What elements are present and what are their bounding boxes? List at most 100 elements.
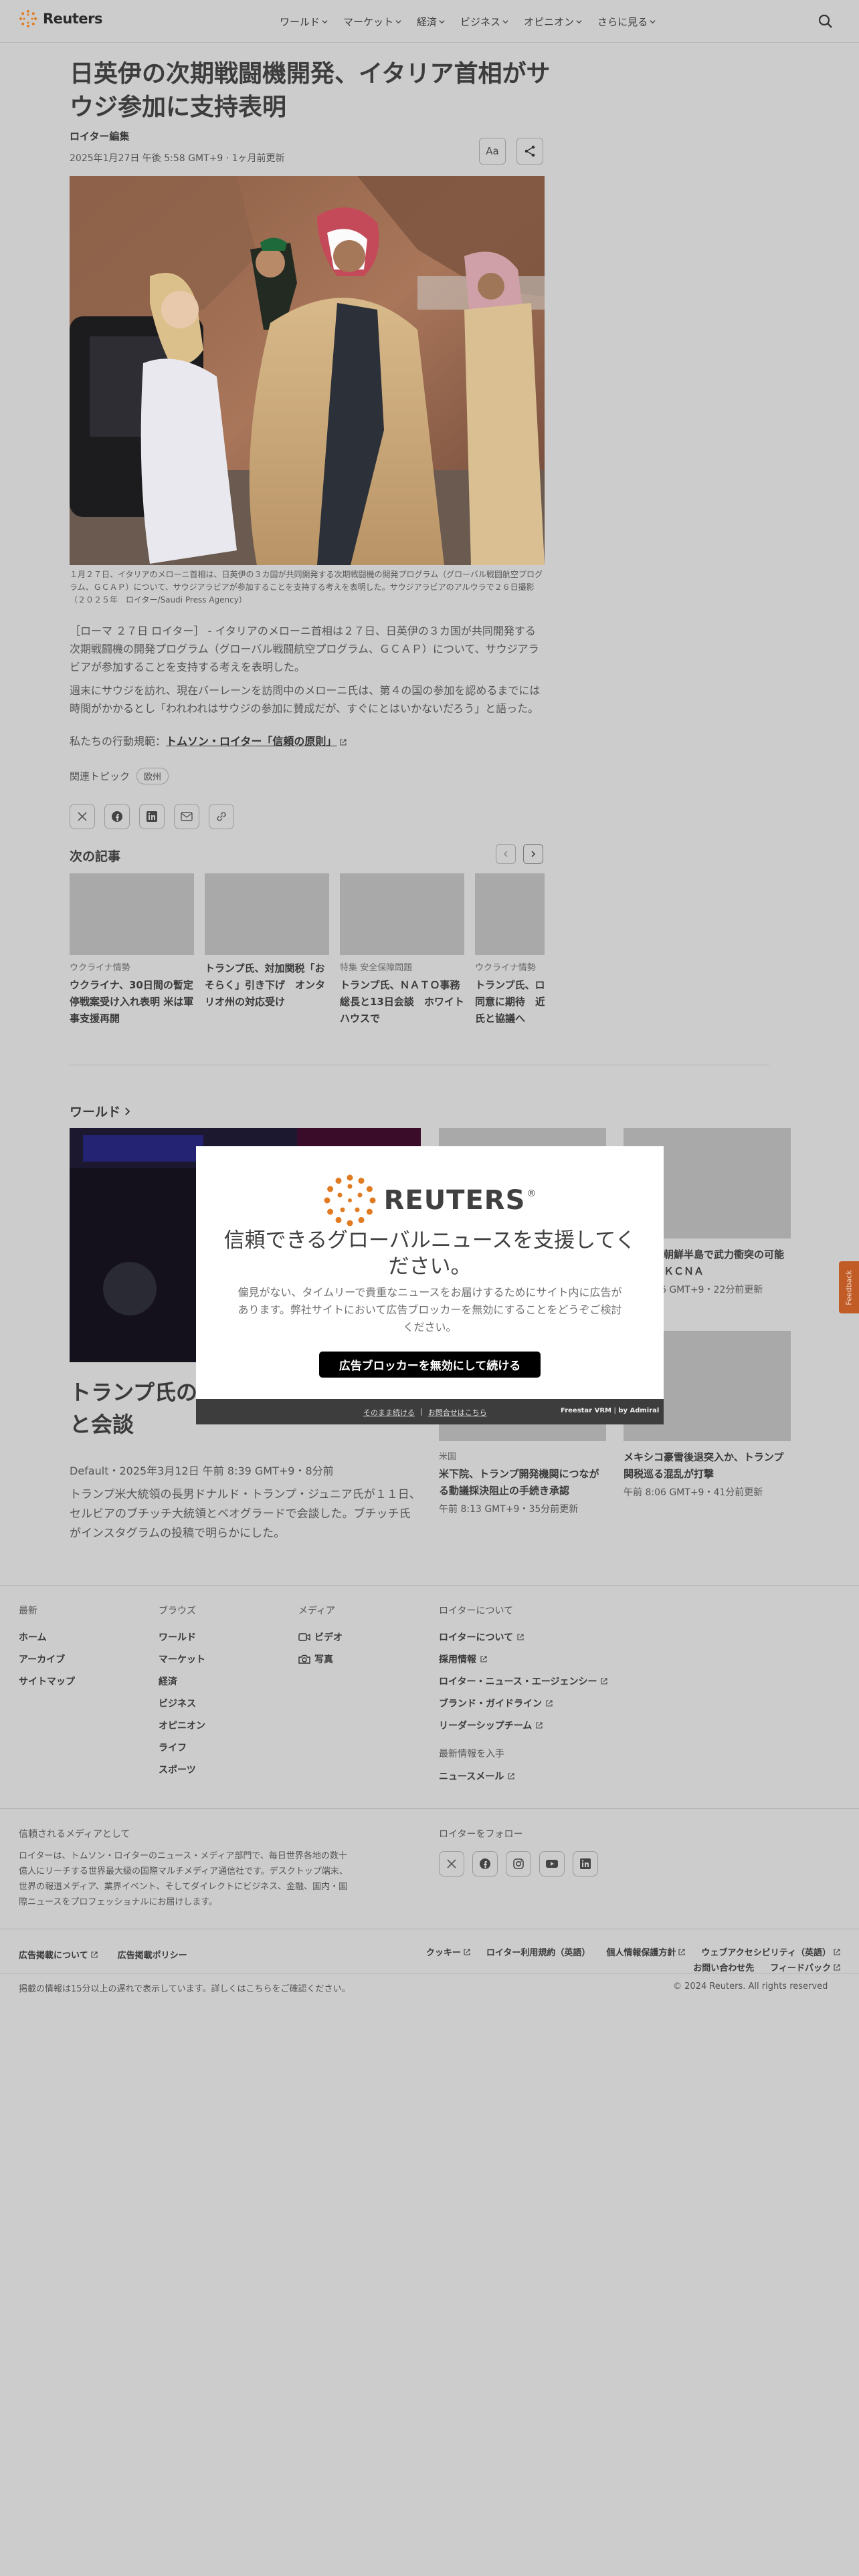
reuters-logo[interactable]: Reuters <box>19 9 103 28</box>
related-topics: 関連トピック 欧州 <box>70 768 169 784</box>
feedback-link[interactable]: フィードバック <box>770 1961 840 1973</box>
footer-link-photos[interactable]: 写真 <box>298 1652 343 1666</box>
x-icon <box>447 1859 456 1868</box>
feedback-tab[interactable]: Feedback <box>839 1261 859 1313</box>
ad-info-link[interactable]: 広告掲載について <box>19 1948 98 1961</box>
privacy-link[interactable]: 個人情報保護方針 <box>606 1945 685 1958</box>
nav-label: 経済 <box>417 16 438 28</box>
legal-links-left: 広告掲載について 広告掲載ポリシー <box>19 1948 187 1961</box>
nav-opinion[interactable]: オピニオン <box>524 15 582 29</box>
external-link-icon <box>464 1948 470 1955</box>
next-article-headline: トランプ氏、対加関税「おそらく」引き下げ オンタリオ州の対応受け <box>205 962 326 1008</box>
disable-adblock-button[interactable]: 広告ブロッカーを無効にして続ける <box>319 1352 541 1378</box>
legal-link-label: 個人情報保護方針 <box>606 1948 676 1958</box>
external-link-icon <box>340 738 347 746</box>
world-section-title[interactable]: ワールド <box>70 1102 130 1120</box>
footer-link[interactable]: ロイター・ニュース・エージェンシー <box>439 1675 608 1688</box>
world-lead-meta: Default・2025年3月12日 午前 8:39 GMT+9・8分前 <box>70 1465 334 1477</box>
footer-col-title: ロイターについて <box>439 1606 514 1616</box>
footer-col-title: 最新 <box>19 1606 37 1616</box>
next-article-card[interactable]: ウクライナ情勢 ウクライナ、30日間の暫定停戦案受け入れ表明 米は軍事支援再開 <box>70 873 194 1027</box>
x-icon <box>78 812 87 821</box>
external-link-icon <box>508 1773 514 1780</box>
footer-link[interactable]: リーダーシップチーム <box>439 1719 607 1732</box>
carousel-next-button[interactable] <box>523 844 543 864</box>
share-icon <box>524 145 535 157</box>
footer-link[interactable]: マーケット <box>159 1652 205 1666</box>
next-articles-carousel: ウクライナ情勢 ウクライナ、30日間の暫定停戦案受け入れ表明 米は軍事支援再開 … <box>70 873 545 1034</box>
world-title-label: ワールド <box>70 1105 121 1119</box>
hero-photo-image <box>70 176 545 565</box>
footer-link[interactable]: スポーツ <box>159 1763 205 1776</box>
nav-markets[interactable]: マーケット <box>343 15 401 29</box>
topic-chip[interactable]: 欧州 <box>136 768 169 784</box>
trusted-media-title: 信頼されるメディアとして <box>19 1829 130 1840</box>
share-button[interactable] <box>516 138 543 165</box>
nav-business[interactable]: ビジネス <box>460 15 508 29</box>
carousel-prev-button[interactable] <box>496 844 516 864</box>
terms-link[interactable]: ロイター利用規約（英語） <box>486 1945 590 1958</box>
ad-policy-link[interactable]: 広告掲載ポリシー <box>118 1948 187 1961</box>
main-nav: ワールド マーケット 経済 ビジネス オピニオン さらに見る <box>280 15 656 29</box>
nav-more[interactable]: さらに見る <box>597 15 656 29</box>
search-icon[interactable] <box>818 13 834 29</box>
byline[interactable]: ロイター編集 <box>70 129 129 143</box>
footer-link[interactable]: ビジネス <box>159 1697 205 1710</box>
principles-link[interactable]: トムソン・ロイター「信頼の原則」 <box>166 735 337 748</box>
share-facebook-button[interactable] <box>104 804 130 829</box>
share-x-button[interactable] <box>70 804 95 829</box>
nav-economy[interactable]: 経済 <box>417 15 445 29</box>
newsletter-link[interactable]: ニュースメール <box>439 1769 514 1783</box>
follow-title: ロイターをフォロー <box>439 1829 523 1840</box>
trusted-media-body: ロイターは、トムソン・ロイターのニュース・メディア部門で、毎日世界各地の数十億人… <box>19 1851 348 1907</box>
site-header: Reuters ワールド マーケット 経済 ビジネス オピニオン さらに見る <box>0 0 859 43</box>
font-size-button[interactable]: Aa <box>479 138 506 165</box>
registered-mark-icon: ® <box>527 1188 537 1199</box>
reuters-logo-icon <box>324 1174 376 1226</box>
next-article-card[interactable]: 特集 安全保障問題 トランプ氏、ＮＡＴＯ事務総長と13日会談 ホワイトハウスで <box>340 873 464 1027</box>
footer-link[interactable]: ロイターについて <box>439 1630 607 1644</box>
chevron-down-icon <box>576 20 582 24</box>
share-email-button[interactable] <box>174 804 199 829</box>
next-article-card[interactable]: ウクライナ情勢 トランプ氏、ロシアの停戦同意に期待 近くプーチン氏と協議へ <box>475 873 545 1027</box>
follow-x-button[interactable] <box>439 1851 464 1876</box>
footer-link[interactable]: ブランド・ガイドライン <box>439 1697 607 1710</box>
cookie-link[interactable]: クッキー <box>426 1945 470 1958</box>
delay-notice: 掲載の情報は15分以上の遅れで表示しています。詳しくはこちらをご確認ください。 <box>19 1984 351 1994</box>
contact-link[interactable]: お問い合わせ先 <box>693 1961 754 1973</box>
nav-label: マーケット <box>343 16 394 28</box>
next-article-kicker: ウクライナ情勢 <box>475 963 536 973</box>
external-link-icon <box>834 1963 840 1971</box>
footer-link[interactable]: ワールド <box>159 1630 205 1644</box>
footer-link[interactable]: アーカイブ <box>19 1652 75 1666</box>
follow-facebook-button[interactable] <box>472 1851 498 1876</box>
footer-link[interactable]: ホーム <box>19 1630 75 1644</box>
footer-link[interactable]: 経済 <box>159 1675 205 1688</box>
world-side-headline: メキシコ豪雪後退突入か、トランプ関税巡る混乱が打撃 <box>624 1451 784 1480</box>
continue-link[interactable]: そのまま続ける <box>363 1407 415 1418</box>
follow-youtube-button[interactable] <box>539 1851 565 1876</box>
copy-link-button[interactable] <box>209 804 234 829</box>
external-link-icon <box>601 1678 608 1685</box>
share-linkedin-button[interactable] <box>139 804 165 829</box>
footer-link[interactable]: オピニオン <box>159 1719 205 1732</box>
footer-link[interactable]: 採用情報 <box>439 1652 607 1666</box>
contact-link[interactable]: お問合せはこちら <box>428 1407 487 1418</box>
nav-world[interactable]: ワールド <box>280 15 328 29</box>
accessibility-link[interactable]: ウェブアクセシビリティ（英語） <box>701 1945 840 1958</box>
legal-links-right: クッキー ロイター利用規約（英語） 個人情報保護方針 ウェブアクセシビリティ（英… <box>404 1945 840 1973</box>
world-side-meta: 午前 8:06 GMT+9・41分前更新 <box>624 1487 763 1498</box>
legal-link-label: ウェブアクセシビリティ（英語） <box>701 1948 831 1958</box>
follow-linkedin-button[interactable] <box>573 1851 598 1876</box>
footer-link[interactable]: ライフ <box>159 1741 205 1754</box>
next-article-thumbnail <box>475 873 545 955</box>
follow-instagram-button[interactable] <box>506 1851 531 1876</box>
footer-link-video[interactable]: ビデオ <box>298 1630 343 1644</box>
hero-photo <box>70 176 545 565</box>
adblock-modal: REUTERS ® 信頼できるグローバルニュースを支援してください。 偏見がない… <box>196 1146 664 1424</box>
next-article-card[interactable]: トランプ氏、対加関税「おそらく」引き下げ オンタリオ州の対応受け <box>205 873 329 1010</box>
world-side-headline: 米下院、トランプ開発機関につながる動議採決阻止の手続き承認 <box>439 1468 599 1497</box>
footer-link[interactable]: サイトマップ <box>19 1675 75 1688</box>
footer-divider <box>0 1808 859 1809</box>
email-icon <box>181 812 193 821</box>
